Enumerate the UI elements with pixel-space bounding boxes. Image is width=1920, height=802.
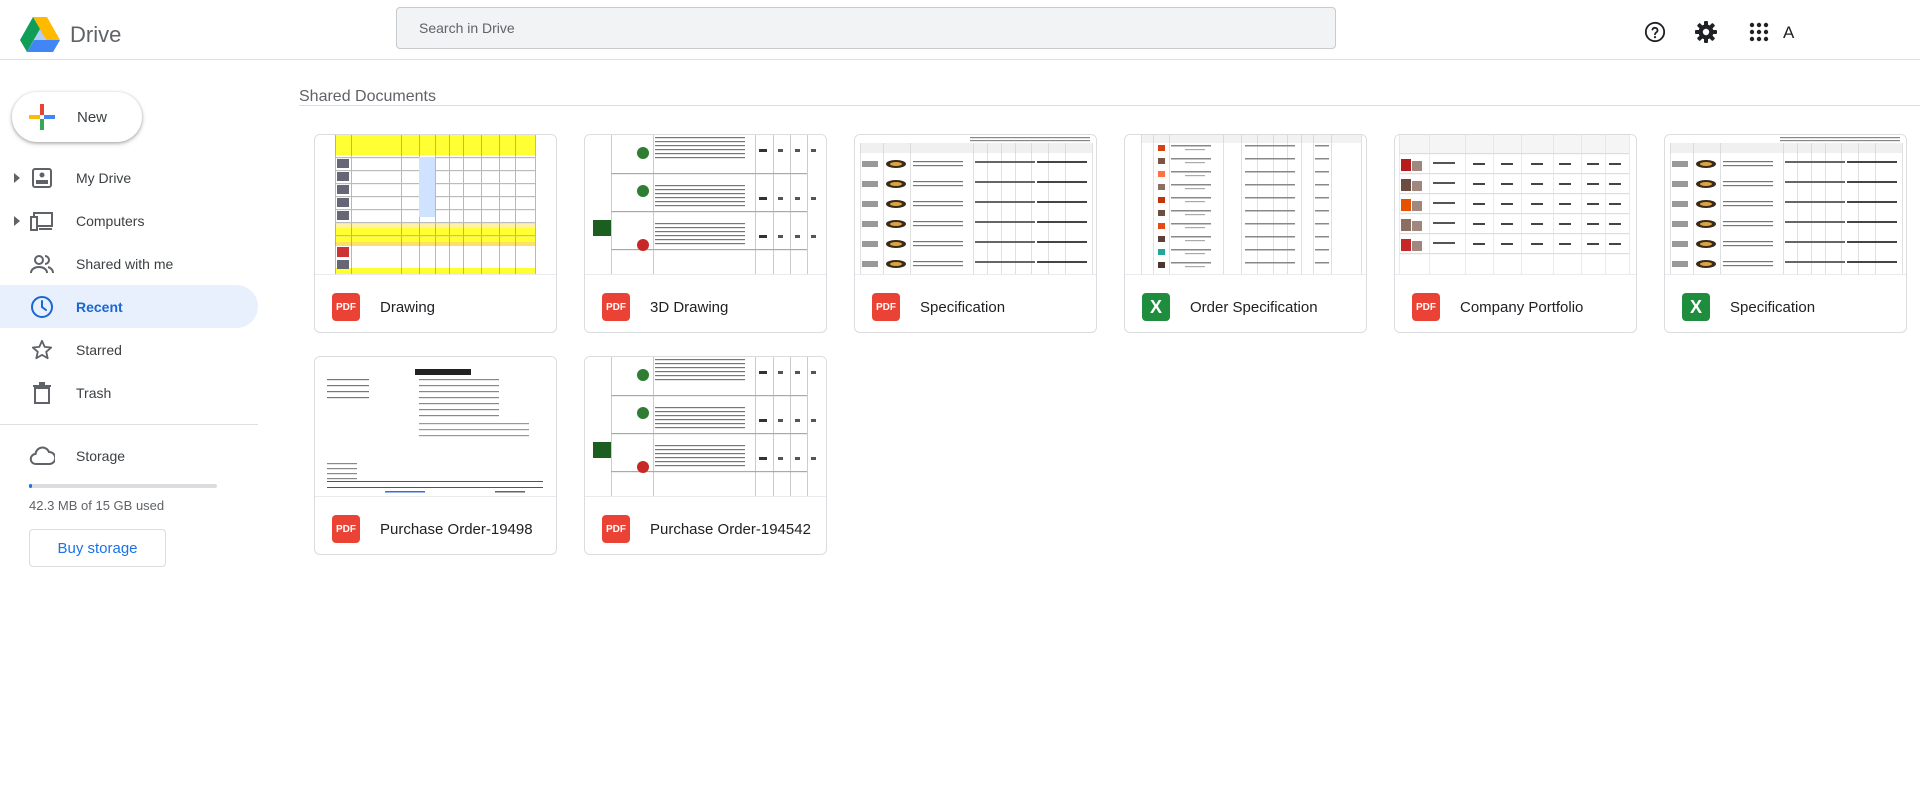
spreadsheet-file-icon: X	[1142, 293, 1170, 321]
pdf-file-icon: PDF	[332, 515, 360, 543]
top-bar: Drive A	[0, 0, 1920, 60]
sidebar-item-trash[interactable]: Trash	[0, 371, 258, 414]
trash-icon	[29, 380, 55, 406]
pdf-file-icon: PDF	[602, 293, 630, 321]
sidebar-item-label: Storage	[76, 447, 126, 464]
new-button-label: New	[77, 108, 108, 126]
pdf-file-icon: PDF	[332, 293, 360, 321]
file-thumbnail[interactable]	[1395, 135, 1636, 275]
file-thumbnail[interactable]	[315, 135, 556, 275]
spreadsheet-file-icon: X	[1682, 293, 1710, 321]
sidebar-item-my-drive[interactable]: My Drive	[0, 156, 258, 199]
sidebar-item-starred[interactable]: Starred	[0, 328, 258, 371]
pdf-file-icon: PDF	[602, 515, 630, 543]
search-input[interactable]	[397, 8, 1335, 48]
shared-people-icon	[29, 251, 55, 277]
drive-logo-icon[interactable]	[20, 16, 60, 52]
file-card[interactable]: X Specification	[1664, 134, 1907, 333]
file-name[interactable]: Drawing	[380, 299, 435, 316]
expand-caret-icon[interactable]	[13, 172, 21, 183]
apps-grid-icon[interactable]	[1747, 20, 1771, 44]
file-card[interactable]: PDF Company Portfolio	[1394, 134, 1637, 333]
file-thumbnail[interactable]	[585, 357, 826, 497]
sidebar-item-label: Recent	[76, 298, 123, 315]
file-thumbnail[interactable]	[1665, 135, 1906, 275]
file-card[interactable]: PDF Drawing	[314, 134, 557, 333]
sidebar-item-label: Starred	[76, 341, 122, 358]
sidebar-divider	[0, 424, 258, 425]
file-card[interactable]: PDF Purchase Order-19498	[314, 356, 557, 555]
file-thumbnail[interactable]	[855, 135, 1096, 275]
file-name[interactable]: Purchase Order-19498	[380, 521, 533, 538]
sidebar-item-label: Shared with me	[76, 255, 174, 272]
file-name[interactable]: 3D Drawing	[650, 299, 728, 316]
file-card[interactable]: PDF 3D Drawing	[584, 134, 827, 333]
file-name[interactable]: Purchase Order-194542	[650, 521, 811, 538]
buy-storage-button[interactable]: Buy storage	[29, 529, 166, 567]
sidebar-item-storage[interactable]: Storage	[0, 434, 258, 477]
file-card[interactable]: X Order Specification	[1124, 134, 1367, 333]
file-name[interactable]: Specification	[920, 299, 1005, 316]
file-thumbnail[interactable]	[1125, 135, 1366, 275]
storage-bar-fill	[29, 484, 32, 488]
sidebar-item-recent[interactable]: Recent	[0, 285, 258, 328]
file-name[interactable]: Company Portfolio	[1460, 299, 1583, 316]
storage-bar	[29, 484, 217, 488]
section-divider	[299, 105, 1920, 106]
clock-icon	[29, 294, 55, 320]
file-thumbnail[interactable]	[585, 135, 826, 275]
new-button[interactable]: New	[12, 92, 142, 142]
pdf-file-icon: PDF	[872, 293, 900, 321]
section-title: Shared Documents	[299, 88, 436, 105]
app-title[interactable]: Drive	[70, 22, 121, 48]
sidebar-item-label: My Drive	[76, 169, 132, 186]
my-drive-icon	[29, 165, 55, 191]
star-icon	[29, 337, 55, 363]
file-card[interactable]: PDF Specification	[854, 134, 1097, 333]
computers-icon	[29, 208, 55, 234]
pdf-file-icon: PDF	[1412, 293, 1440, 321]
file-card[interactable]: PDF Purchase Order-194542	[584, 356, 827, 555]
sidebar-item-computers[interactable]: Computers	[0, 199, 258, 242]
expand-caret-icon[interactable]	[13, 215, 21, 226]
file-thumbnail[interactable]	[315, 357, 556, 497]
sidebar-item-label: Computers	[76, 212, 145, 229]
plus-icon	[29, 104, 55, 130]
settings-icon[interactable]	[1694, 20, 1718, 44]
search-box[interactable]	[396, 7, 1336, 49]
sidebar-item-label: Trash	[76, 384, 112, 401]
help-icon[interactable]	[1643, 20, 1667, 44]
cloud-icon	[29, 443, 55, 469]
file-name[interactable]: Specification	[1730, 299, 1815, 316]
storage-usage-text: 42.3 MB of 15 GB used	[29, 498, 165, 513]
sidebar-item-shared-with-me[interactable]: Shared with me	[0, 242, 258, 285]
account-avatar[interactable]: A	[1783, 23, 1794, 43]
file-name[interactable]: Order Specification	[1190, 299, 1318, 316]
